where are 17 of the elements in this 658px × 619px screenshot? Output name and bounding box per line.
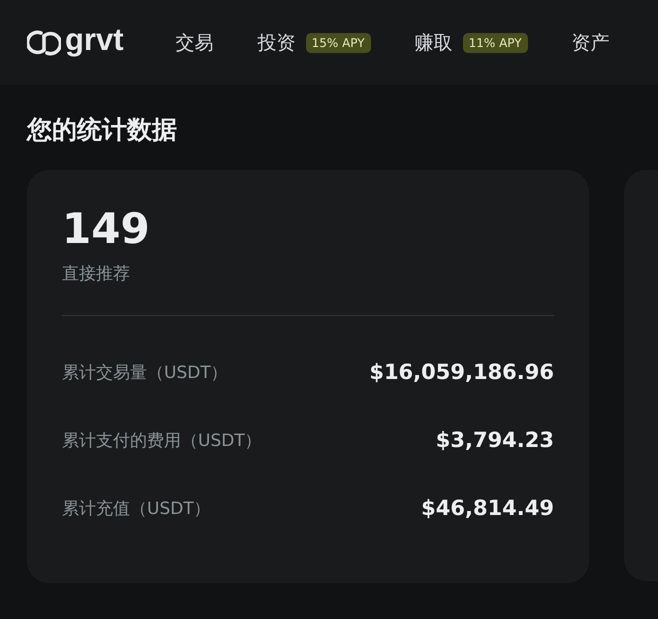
logo-icon bbox=[27, 28, 61, 56]
logo-text[interactable]: grvt bbox=[65, 24, 124, 55]
referral-label: 直接推荐 bbox=[62, 263, 130, 286]
referral-count: 149 bbox=[62, 206, 150, 252]
nav-link[interactable]: 赚取 bbox=[414, 30, 453, 56]
stat-label: 累计充值（USDT） bbox=[62, 498, 211, 520]
nav-link[interactable]: 投资 bbox=[258, 30, 296, 56]
stat-label: 累计交易量（USDT） bbox=[62, 362, 228, 384]
stat-value: $16,059,186.96 bbox=[369, 360, 554, 384]
apy-badge: 15% APY bbox=[306, 32, 371, 52]
section-title: 您的统计数据 bbox=[27, 114, 177, 146]
stat-value: $3,794.23 bbox=[436, 428, 554, 452]
nav-link[interactable]: 交易 bbox=[176, 30, 214, 56]
stat-label: 累计支付的费用（USDT） bbox=[62, 430, 262, 452]
stat-value: $46,814.49 bbox=[421, 496, 554, 520]
nav-link[interactable]: 资产 bbox=[572, 30, 610, 56]
apy-badge: 11% APY bbox=[462, 32, 528, 52]
